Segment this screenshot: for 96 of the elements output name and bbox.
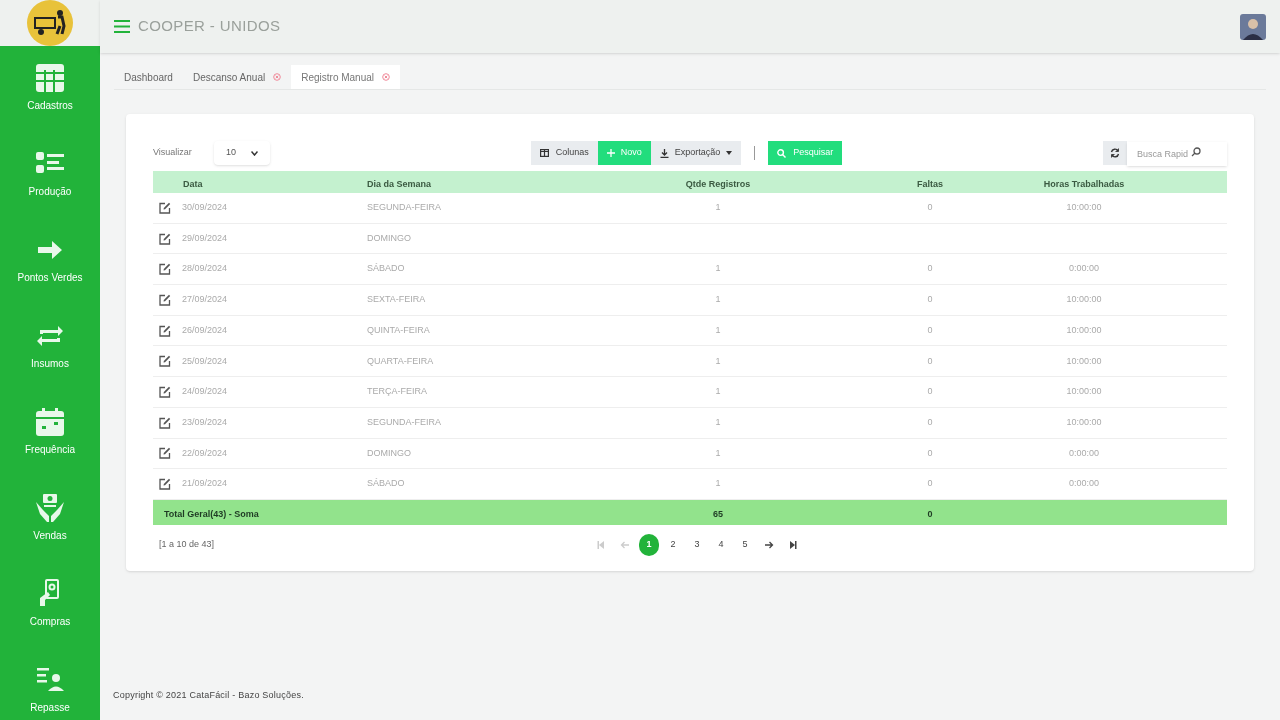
- table-cell: 10:00:00: [1066, 355, 1102, 366]
- table-cell: SÁBADO: [367, 478, 405, 489]
- search-icon: [777, 148, 787, 158]
- last-page-icon[interactable]: [788, 539, 798, 550]
- total-cell: 0: [927, 509, 933, 520]
- table-cell: 0: [927, 478, 933, 489]
- table-cell: 0: [927, 294, 933, 305]
- table-cell: 10:00:00: [1066, 202, 1102, 213]
- download-icon: [659, 148, 669, 158]
- table-cell-text: 25/09/2024: [182, 354, 228, 368]
- page-size-select[interactable]: 10: [214, 141, 270, 165]
- page-button[interactable]: 3: [687, 533, 707, 556]
- edit-icon[interactable]: [159, 447, 171, 460]
- columns-button[interactable]: Colunas: [530, 141, 598, 165]
- next-page-icon[interactable]: [764, 539, 774, 550]
- table-cell: 0: [927, 263, 933, 274]
- table-cell: SEGUNDA-FEIRA: [367, 202, 441, 213]
- table-cell: 1: [715, 324, 721, 335]
- plus-icon: [606, 149, 615, 157]
- table-cell: DOMINGO: [367, 447, 411, 458]
- edit-icon[interactable]: [159, 293, 171, 306]
- edit-icon[interactable]: [159, 201, 171, 214]
- page-button[interactable]: 4: [711, 533, 731, 556]
- page-button[interactable]: 5: [735, 533, 755, 556]
- logo-icon: [27, 0, 73, 46]
- table-cell-text: 26/09/2024: [182, 323, 228, 337]
- table-cell: 1: [715, 263, 721, 274]
- edit-icon[interactable]: [159, 355, 171, 368]
- table-cell: 1: [715, 478, 721, 489]
- table-cell: 0: [927, 447, 933, 458]
- table-cell: SÁBADO: [367, 263, 405, 274]
- table-cell: 0: [927, 355, 933, 366]
- page-button[interactable]: 2: [663, 533, 683, 556]
- refresh-button[interactable]: [1103, 141, 1127, 165]
- table-cell: 1: [715, 294, 721, 305]
- table-cell-text: 23/09/2024: [182, 415, 228, 429]
- avatar-icon[interactable]: [1240, 13, 1266, 40]
- table-cell: 28/09/2024: [182, 262, 228, 276]
- edit-icon[interactable]: [159, 232, 171, 245]
- table-cell-text: 29/09/2024: [182, 231, 228, 245]
- edit-icon[interactable]: [159, 263, 171, 276]
- table-cell: QUINTA-FEIRA: [367, 324, 430, 335]
- table-cell: 0:00:00: [1069, 263, 1099, 274]
- table-cell: 24/09/2024: [182, 385, 228, 399]
- table-cell: 10:00:00: [1066, 416, 1102, 427]
- table-cell: 0:00:00: [1069, 447, 1099, 458]
- table-cell: SEXTA-FEIRA: [367, 294, 426, 305]
- table-cell: SEGUNDA-FEIRA: [367, 416, 441, 427]
- table-cell: 0: [927, 202, 933, 213]
- columns-icon: [539, 149, 549, 157]
- hands-icon: [34, 492, 66, 524]
- edit-icon[interactable]: [159, 478, 171, 491]
- table-cell: 10:00:00: [1066, 386, 1102, 397]
- refresh-icon: [1110, 148, 1120, 158]
- table-cell: 10:00:00: [1066, 324, 1102, 335]
- table-cell: 1: [715, 355, 721, 366]
- table-cell: 0:00:00: [1069, 478, 1099, 489]
- column-header[interactable]: Horas Trabalhadas: [1043, 179, 1125, 189]
- copyright-text: Copyright © 2021 CataFácil - Bazo Soluções.: [113, 690, 304, 700]
- tab[interactable]: Descanso Anual: [182, 65, 292, 89]
- column-header[interactable]: Dia da Semana: [367, 179, 432, 189]
- table-cell: QUARTA-FEIRA: [367, 355, 434, 366]
- table-cell: 21/09/2024: [182, 477, 228, 491]
- chevron-icon: [251, 150, 258, 156]
- total-label: Total Geral(43) - Soma: [164, 509, 259, 520]
- table-cell-text: 22/09/2024: [182, 446, 228, 460]
- table-cell: 0: [927, 324, 933, 335]
- quick-search-field[interactable]: Busca Rapid: [1127, 142, 1227, 166]
- total-cell: 65: [713, 509, 723, 520]
- table-cell: 1: [715, 447, 721, 458]
- table-cell: DOMINGO: [367, 232, 411, 243]
- tab[interactable]: Registro Manual: [291, 65, 400, 89]
- tab[interactable]: Dashboard: [114, 65, 183, 89]
- export-button[interactable]: Exportação: [650, 141, 742, 165]
- table-cell: 1: [715, 202, 721, 213]
- column-header[interactable]: Faltas: [917, 179, 943, 189]
- pagination-info: [1 a 10 de 43]: [159, 538, 215, 552]
- column-header[interactable]: Qtde Registros: [685, 179, 751, 189]
- table-cell: 0: [927, 416, 933, 427]
- table-cell: 1: [715, 416, 721, 427]
- caret-icon: [726, 151, 733, 155]
- column-header[interactable]: Data: [183, 179, 203, 189]
- table-cell: 10:00:00: [1066, 294, 1102, 305]
- grid-icon: [34, 62, 66, 94]
- page-size-label: Visualizar: [153, 146, 193, 160]
- table-cell: 27/09/2024: [182, 293, 228, 307]
- edit-icon[interactable]: [159, 324, 171, 337]
- table-cell: 1: [715, 386, 721, 397]
- table-cell: 30/09/2024: [182, 201, 228, 215]
- table-cell: 0: [927, 386, 933, 397]
- search-icon: [1191, 147, 1201, 157]
- app-title: COOPER - UNIDOS: [138, 16, 281, 37]
- calendar-icon: [34, 406, 66, 438]
- table-cell: TERÇA-FEIRA: [367, 386, 427, 397]
- edit-icon[interactable]: [159, 385, 171, 398]
- edit-icon[interactable]: [159, 416, 171, 429]
